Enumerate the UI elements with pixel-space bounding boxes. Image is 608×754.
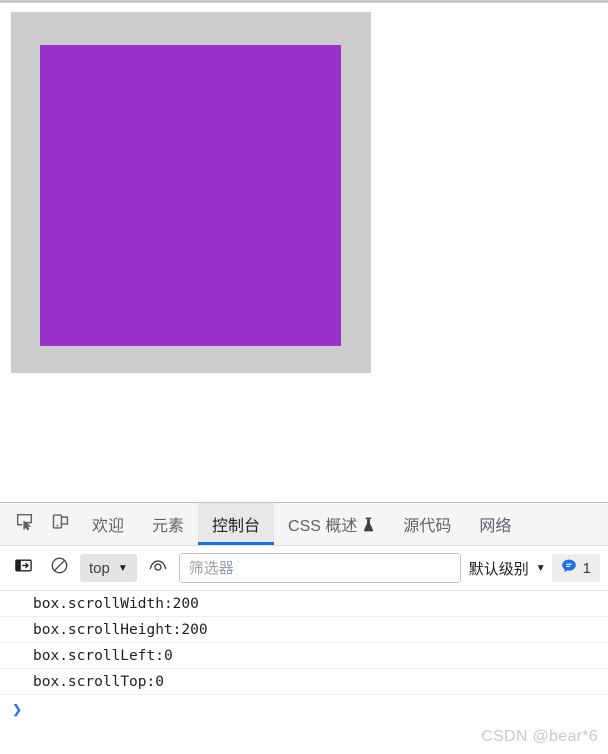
sidebar-toggle-icon bbox=[14, 556, 33, 580]
console-message-row[interactable]: box.scrollHeight:200 bbox=[0, 617, 608, 643]
tab-elements[interactable]: 元素 bbox=[138, 503, 198, 545]
tab-console[interactable]: 控制台 bbox=[198, 503, 275, 545]
inner-purple-box[interactable] bbox=[40, 45, 341, 346]
prompt-chevron-icon: ❯ bbox=[12, 700, 23, 720]
scroll-container-box[interactable] bbox=[11, 12, 371, 373]
tab-network[interactable]: 网络 bbox=[465, 503, 525, 545]
devtools-panel: 欢迎 元素 控制台 CSS 概述 源代码 网络 top ▼ 筛选器 默认级别 ▼… bbox=[0, 502, 608, 754]
console-input-prompt[interactable]: ❯ bbox=[0, 695, 608, 725]
clear-console-icon bbox=[50, 556, 69, 580]
page-viewport bbox=[0, 3, 608, 502]
tab-sources[interactable]: 源代码 bbox=[389, 503, 465, 545]
clear-console-button[interactable] bbox=[44, 553, 74, 583]
info-bubble-icon bbox=[561, 558, 577, 578]
console-filter-input[interactable] bbox=[178, 553, 461, 583]
console-message-row[interactable]: box.scrollTop:0 bbox=[0, 669, 608, 695]
tab-label: 网络 bbox=[479, 518, 512, 535]
tab-label: 控制台 bbox=[212, 518, 261, 535]
tab-label: 源代码 bbox=[403, 518, 452, 535]
message-count-badge[interactable]: 1 bbox=[551, 554, 600, 582]
console-message-row[interactable]: box.scrollLeft:0 bbox=[0, 643, 608, 669]
csdn-watermark: CSDN @bear*6 bbox=[481, 728, 598, 745]
console-sidebar-toggle-button[interactable] bbox=[8, 553, 38, 583]
tab-label: 元素 bbox=[152, 518, 185, 535]
tab-welcome[interactable]: 欢迎 bbox=[78, 503, 138, 545]
chevron-down-icon: ▼ bbox=[535, 562, 546, 574]
experiment-flask-icon bbox=[362, 517, 375, 532]
tab-label: 欢迎 bbox=[92, 518, 125, 535]
log-level-label: 默认级别 bbox=[468, 560, 529, 578]
device-toolbar-button[interactable] bbox=[42, 503, 78, 545]
inspect-element-button[interactable] bbox=[6, 503, 42, 545]
live-expression-button[interactable] bbox=[143, 553, 173, 583]
execution-context-value: top bbox=[89, 559, 110, 577]
console-toolbar: top ▼ 默认级别 ▼ 1 bbox=[0, 546, 608, 591]
execution-context-selector[interactable]: top ▼ bbox=[80, 554, 137, 582]
device-toolbar-icon bbox=[51, 512, 70, 536]
log-level-selector[interactable]: 默认级别 ▼ bbox=[467, 558, 546, 579]
eye-icon bbox=[148, 556, 168, 581]
message-count-value: 1 bbox=[582, 559, 591, 577]
console-message-list: box.scrollWidth:200 box.scrollHeight:200… bbox=[0, 591, 608, 725]
tab-css-overview[interactable]: CSS 概述 bbox=[274, 503, 389, 545]
tab-label: CSS 概述 bbox=[288, 518, 358, 535]
console-message-row[interactable]: box.scrollWidth:200 bbox=[0, 591, 608, 617]
inspect-element-icon bbox=[15, 512, 34, 536]
devtools-tabbar: 欢迎 元素 控制台 CSS 概述 源代码 网络 bbox=[0, 503, 608, 546]
chevron-down-icon: ▼ bbox=[117, 562, 128, 574]
